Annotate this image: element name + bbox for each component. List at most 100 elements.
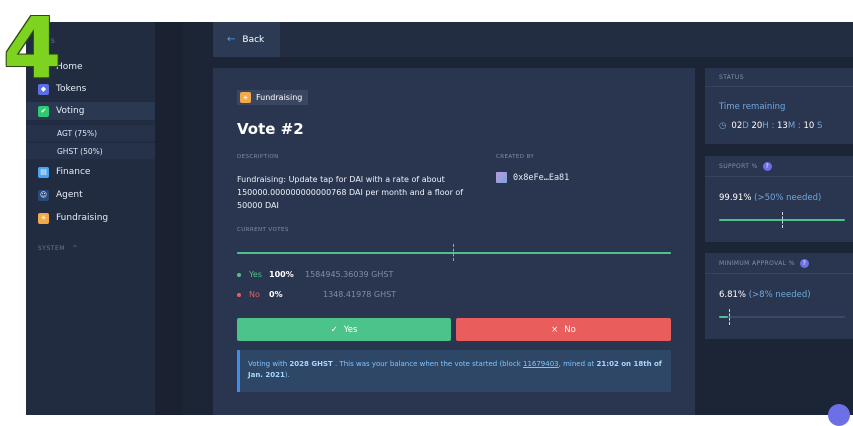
vote-card: ☀ Fundraising Vote #2 DESCRIPTION Fundra…	[213, 68, 695, 415]
countdown-sep: :	[771, 121, 775, 131]
help-icon[interactable]: ?	[799, 259, 809, 268]
sidebar-subitem-ghst[interactable]: GHST (50%)	[26, 143, 155, 159]
sidebar-item-finance[interactable]: ▤ Finance	[26, 163, 155, 181]
yes-percent: 100%	[269, 270, 294, 279]
support-label-row: SUPPORT %?	[719, 162, 772, 171]
no-amount: 1348.41978 GHST	[323, 290, 397, 299]
vote-description: Fundraising: Update tap for DAI with a r…	[237, 175, 464, 210]
no-percent: 0%	[269, 290, 283, 299]
vote-title: Vote #2	[237, 120, 304, 138]
panel-divider	[705, 86, 853, 87]
check-icon: ✓	[330, 324, 338, 335]
panel-divider	[705, 273, 853, 274]
vote-no-label: No	[564, 324, 576, 335]
yes-amount: 1584945.36039 GHST	[305, 270, 394, 279]
creator-address-text: 0x8eFe…Ea81	[513, 172, 570, 183]
sidebar-system-toggle[interactable]: SYSTEM ^	[38, 245, 78, 252]
clock-icon: ◷	[719, 121, 727, 131]
fundraising-icon: ☀	[38, 212, 49, 224]
countdown-m-unit: M	[787, 121, 796, 131]
support-needed: (>50% needed)	[754, 193, 822, 203]
note-end: ).	[284, 371, 290, 379]
app-window: Apps ⌂ Home ◆ Tokens ✔ Voting AGT (75%) …	[26, 22, 853, 415]
approval-value: 6.81%	[719, 290, 747, 300]
countdown-d-unit: D	[742, 121, 749, 131]
sidebar-item-label: Voting	[56, 106, 85, 116]
fundraising-icon: ☀	[240, 92, 251, 103]
yes-dot	[237, 272, 241, 277]
block-link[interactable]: 11679403	[523, 360, 559, 368]
voting-icon: ✔	[38, 105, 49, 117]
sidebar-item-label: Fundraising	[56, 213, 109, 223]
app-badge: ☀ Fundraising	[237, 90, 309, 105]
countdown-sep: :	[797, 121, 801, 131]
countdown-s-unit: S	[817, 121, 823, 131]
yes-votes-row: Yes 100% 1584945.36039 GHST	[237, 270, 393, 279]
support-threshold-marker	[782, 212, 783, 228]
status-label: STATUS	[719, 74, 744, 81]
top-bar: ← Back	[213, 22, 853, 57]
sidebar-item-fundraising[interactable]: ☀ Fundraising	[26, 209, 155, 227]
chevron-up-icon: ^	[72, 245, 78, 252]
no-votes-row: No 0% 1348.41978 GHST	[237, 290, 396, 299]
sidebar-item-voting[interactable]: ✔ Voting	[26, 102, 155, 120]
voting-balance-note: Voting with 2028 GHST . This was your ba…	[237, 350, 671, 392]
vote-yes-label: Yes	[343, 324, 358, 335]
current-votes-label: CURRENT VOTES	[237, 227, 289, 233]
support-value: 99.91%	[719, 193, 752, 203]
system-label: SYSTEM	[38, 245, 65, 252]
no-label: No	[249, 290, 260, 299]
help-fab-button[interactable]	[828, 404, 850, 426]
sidebar-subitem-agt[interactable]: AGT (75%)	[26, 125, 155, 141]
vote-yes-button[interactable]: ✓ Yes	[237, 318, 451, 341]
help-icon[interactable]: ?	[762, 162, 772, 171]
sidebar-subitem-label: AGT (75%)	[57, 128, 98, 138]
approval-label: MINIMUM APPROVAL %	[719, 260, 795, 267]
overlay-step-number: 4	[3, 0, 62, 97]
countdown-minutes: 13	[777, 121, 788, 131]
back-label: Back	[242, 34, 265, 45]
vote-no-button[interactable]: × No	[456, 318, 671, 341]
sidebar-subitem-label: GHST (50%)	[57, 146, 103, 156]
approval-bar-track	[719, 316, 845, 318]
note-prefix: Voting with	[248, 360, 288, 368]
votes-threshold-marker	[453, 244, 454, 261]
approval-value-row: 6.81% (>8% needed)	[719, 290, 811, 300]
votes-bar-yes	[237, 252, 671, 254]
creator-address[interactable]: 0x8eFe…Ea81	[496, 172, 569, 183]
arrow-left-icon: ←	[227, 34, 236, 45]
approval-needed: (>8% needed)	[748, 290, 811, 300]
countdown-days: 02	[731, 121, 743, 131]
created-by-label: CREATED BY	[496, 154, 535, 160]
approval-panel: MINIMUM APPROVAL %? 6.81% (>8% needed)	[705, 253, 853, 339]
finance-icon: ▤	[38, 166, 49, 178]
support-label: SUPPORT %	[719, 163, 758, 170]
sidebar-item-label: Agent	[56, 190, 83, 200]
status-panel: STATUS Time remaining ◷ 02 D 20 H : 13 M : …	[705, 68, 853, 144]
sidebar-item-label: Finance	[56, 167, 91, 177]
approval-bar-fill	[719, 316, 728, 318]
agent-icon: ☺	[38, 189, 49, 201]
time-remaining-label: Time remaining	[719, 102, 786, 112]
description-label: DESCRIPTION	[237, 154, 279, 160]
note-middle: . This was your balance when the vote st…	[335, 360, 521, 368]
back-button[interactable]: ← Back	[213, 22, 280, 57]
yes-label: Yes	[249, 270, 262, 279]
close-icon: ×	[551, 324, 559, 335]
approval-label-row: MINIMUM APPROVAL %?	[719, 259, 809, 268]
countdown: ◷ 02 D 20 H : 13 M : 10 S	[719, 121, 822, 131]
note-mined: , mined at	[558, 360, 595, 368]
approval-threshold-marker	[729, 309, 731, 325]
main-content: ← Back ☀ Fundraising Vote #2 DESCRIPTION…	[183, 22, 853, 415]
app-badge-label: Fundraising	[256, 93, 303, 102]
identicon-avatar	[496, 172, 507, 183]
support-panel: SUPPORT %? 99.91% (>50% needed)	[705, 156, 853, 242]
sidebar-item-agent[interactable]: ☺ Agent	[26, 186, 155, 204]
panel-divider	[705, 176, 853, 177]
countdown-h-unit: H	[762, 121, 769, 131]
sidebar-gutter	[155, 22, 183, 415]
note-amount: 2028 GHST	[289, 360, 333, 368]
countdown-hours: 20	[751, 121, 763, 131]
support-value-row: 99.91% (>50% needed)	[719, 193, 821, 203]
no-dot	[237, 292, 241, 297]
